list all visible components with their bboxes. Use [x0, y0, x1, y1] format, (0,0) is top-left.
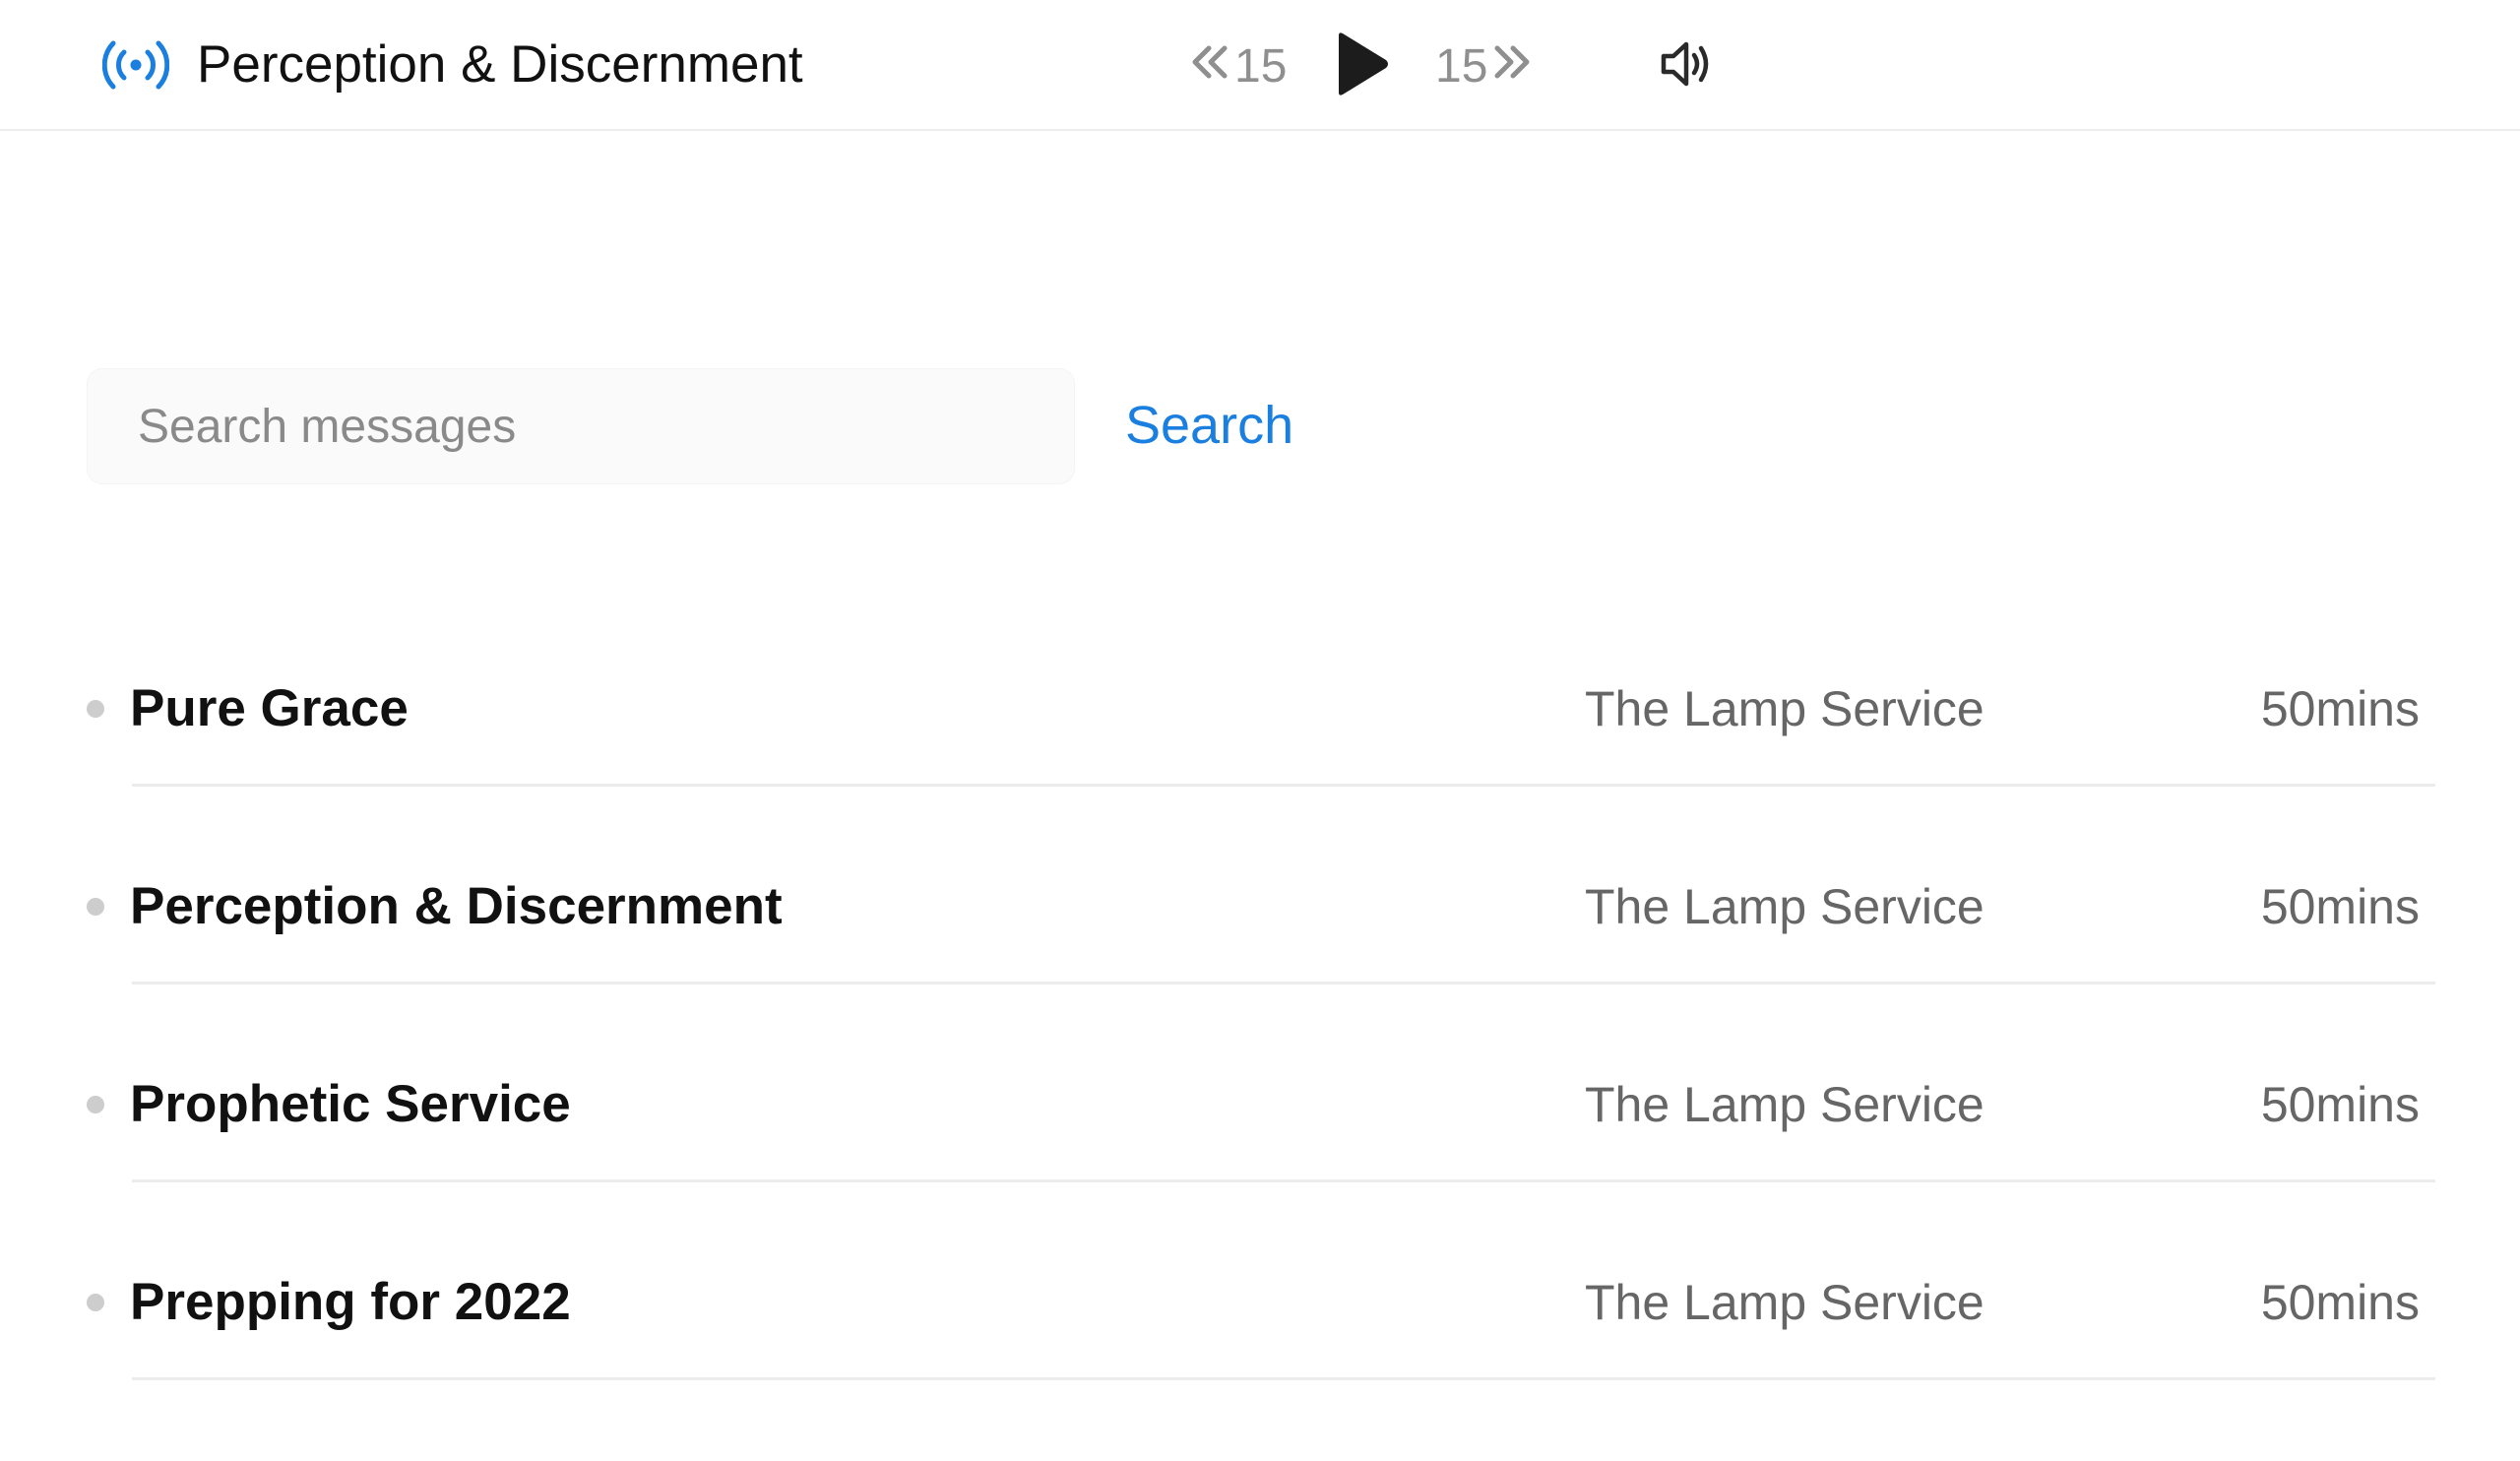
message-row[interactable]: Pure Grace The Lamp Service 50mins: [0, 636, 2520, 833]
skip-back-label: 15: [1234, 39, 1288, 93]
search-input[interactable]: [88, 369, 1074, 483]
broadcast-icon: [101, 39, 170, 91]
play-icon: [1331, 32, 1392, 102]
bullet-icon: [87, 700, 104, 718]
message-duration: 50mins: [2260, 1077, 2420, 1132]
row-divider: [132, 1179, 2435, 1182]
message-service: The Lamp Service: [1585, 1275, 1984, 1330]
bullet-icon: [87, 1294, 104, 1311]
skip-back-button[interactable]: 15: [1185, 32, 1287, 100]
search-button[interactable]: Search: [1125, 389, 1293, 462]
skip-forward-button[interactable]: 15: [1435, 32, 1537, 100]
row-divider: [132, 1377, 2435, 1380]
message-title: Prepping for 2022: [130, 1273, 571, 1331]
message-service: The Lamp Service: [1585, 1077, 1984, 1132]
message-service: The Lamp Service: [1585, 681, 1984, 736]
message-title: Prophetic Service: [130, 1075, 571, 1133]
play-button[interactable]: [1331, 30, 1392, 98]
message-title: Perception & Discernment: [130, 877, 783, 935]
volume-button[interactable]: [1658, 35, 1715, 93]
message-row[interactable]: Perception & Discernment The Lamp Servic…: [0, 834, 2520, 1031]
message-duration: 50mins: [2260, 681, 2420, 736]
double-chevron-left-icon: [1185, 39, 1234, 94]
message-service: The Lamp Service: [1585, 879, 1984, 934]
double-chevron-right-icon: [1487, 39, 1537, 94]
player-bar: Perception & Discernment 15 15: [0, 0, 2520, 131]
skip-forward-label: 15: [1435, 39, 1488, 93]
bullet-icon: [87, 1096, 104, 1113]
message-row[interactable]: Prepping for 2022 The Lamp Service 50min…: [0, 1230, 2520, 1427]
message-title: Pure Grace: [130, 679, 409, 737]
search-box: [87, 368, 1075, 484]
now-playing-title: Perception & Discernment: [197, 35, 803, 94]
bullet-icon: [87, 898, 104, 916]
message-duration: 50mins: [2260, 879, 2420, 934]
row-divider: [132, 982, 2435, 985]
message-row[interactable]: Prophetic Service The Lamp Service 50min…: [0, 1032, 2520, 1229]
row-divider: [132, 784, 2435, 787]
message-duration: 50mins: [2260, 1275, 2420, 1330]
volume-icon: [1658, 41, 1715, 96]
